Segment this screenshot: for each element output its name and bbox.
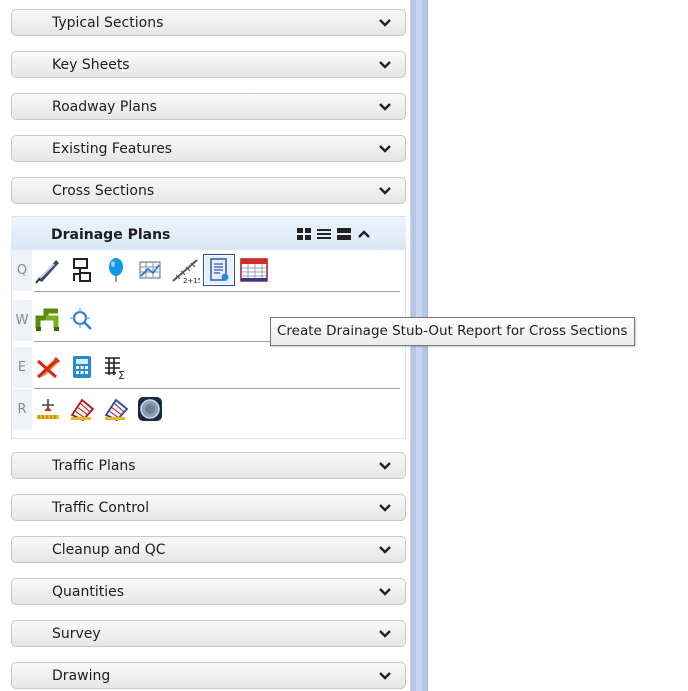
section-label: Existing Features — [52, 141, 173, 157]
chevron-down-icon — [379, 546, 391, 554]
svg-text:Σ: Σ — [118, 369, 125, 381]
chevron-down-icon — [379, 19, 391, 27]
section-cleanup-and-qc[interactable]: Cleanup and QC — [11, 536, 406, 563]
section-label: Cleanup and QC — [52, 542, 166, 558]
chevron-down-icon — [379, 187, 391, 195]
tool-row-r: R — [12, 389, 405, 431]
section-quantities[interactable]: Quantities — [11, 578, 406, 605]
section-traffic-control[interactable]: Traffic Control — [11, 494, 406, 521]
grid-edit-icon[interactable] — [68, 395, 96, 423]
grid-edit-blue-icon[interactable] — [102, 395, 130, 423]
flowchart-icon[interactable] — [68, 256, 96, 284]
chevron-down-icon — [379, 103, 391, 111]
chevron-down-icon — [379, 504, 391, 512]
pencil-eraser-icon[interactable] — [34, 353, 62, 381]
manhole-icon[interactable] — [136, 395, 164, 423]
section-cross-sections[interactable]: Cross Sections — [11, 177, 406, 204]
tool-row-q: Q 2+15 — [12, 250, 405, 292]
section-label: Cross Sections — [52, 183, 155, 199]
section-survey[interactable]: Survey — [11, 620, 406, 647]
pipe-network-icon[interactable] — [34, 306, 62, 334]
row-key: R — [12, 389, 32, 430]
section-label: Quantities — [52, 584, 125, 600]
section-traffic-plans[interactable]: Traffic Plans — [11, 452, 406, 479]
svg-text:2+15: 2+15 — [183, 277, 200, 284]
section-label: Traffic Control — [52, 500, 150, 516]
chevron-down-icon — [379, 61, 391, 69]
measure-line-icon[interactable]: 2+15 — [170, 256, 200, 284]
search-sparkle-icon[interactable] — [68, 306, 96, 334]
chevron-up-icon[interactable] — [356, 227, 372, 241]
section-label: Typical Sections — [52, 15, 164, 31]
row-separator — [34, 291, 400, 292]
section-typical-sections[interactable]: Typical Sections — [11, 9, 406, 36]
section-existing-features[interactable]: Existing Features — [11, 135, 406, 162]
detail-view-icon[interactable] — [336, 227, 352, 241]
chevron-down-icon — [379, 630, 391, 638]
section-key-sheets[interactable]: Key Sheets — [11, 51, 406, 78]
section-label: Survey — [52, 626, 101, 642]
row-key: Q — [12, 250, 32, 291]
tool-tooltip: Create Drainage Stub-Out Report for Cros… — [270, 317, 635, 346]
chevron-down-icon — [379, 588, 391, 596]
row-key: E — [12, 347, 32, 388]
grid-chart-icon[interactable] — [136, 256, 164, 284]
section-label: Drainage Plans — [51, 227, 171, 243]
section-roadway-plans[interactable]: Roadway Plans — [11, 93, 406, 120]
section-label: Drawing — [52, 668, 111, 684]
chevron-down-icon — [379, 462, 391, 470]
feather-pen-icon[interactable] — [34, 256, 62, 284]
chevron-down-icon — [379, 672, 391, 680]
section-label: Key Sheets — [52, 57, 130, 73]
section-drawing[interactable]: Drawing — [11, 662, 406, 689]
spreadsheet-table-icon[interactable] — [239, 256, 269, 284]
report-document-icon[interactable] — [203, 254, 235, 286]
view-mode-icons — [296, 226, 372, 242]
section-label: Roadway Plans — [52, 99, 157, 115]
section-label: Traffic Plans — [52, 458, 136, 474]
list-view-icon[interactable] — [316, 227, 332, 241]
section-drainage-plans[interactable]: Drainage Plans — [11, 216, 406, 251]
chevron-down-icon — [379, 145, 391, 153]
icon-view-icon[interactable] — [296, 227, 312, 241]
tool-row-e: E Σ — [12, 347, 405, 389]
blue-balloon-icon[interactable] — [102, 256, 130, 284]
row-key: W — [12, 300, 32, 341]
calculator-icon[interactable] — [68, 353, 96, 381]
table-sum-icon[interactable]: Σ — [102, 353, 130, 381]
survey-point-icon[interactable] — [34, 395, 62, 423]
